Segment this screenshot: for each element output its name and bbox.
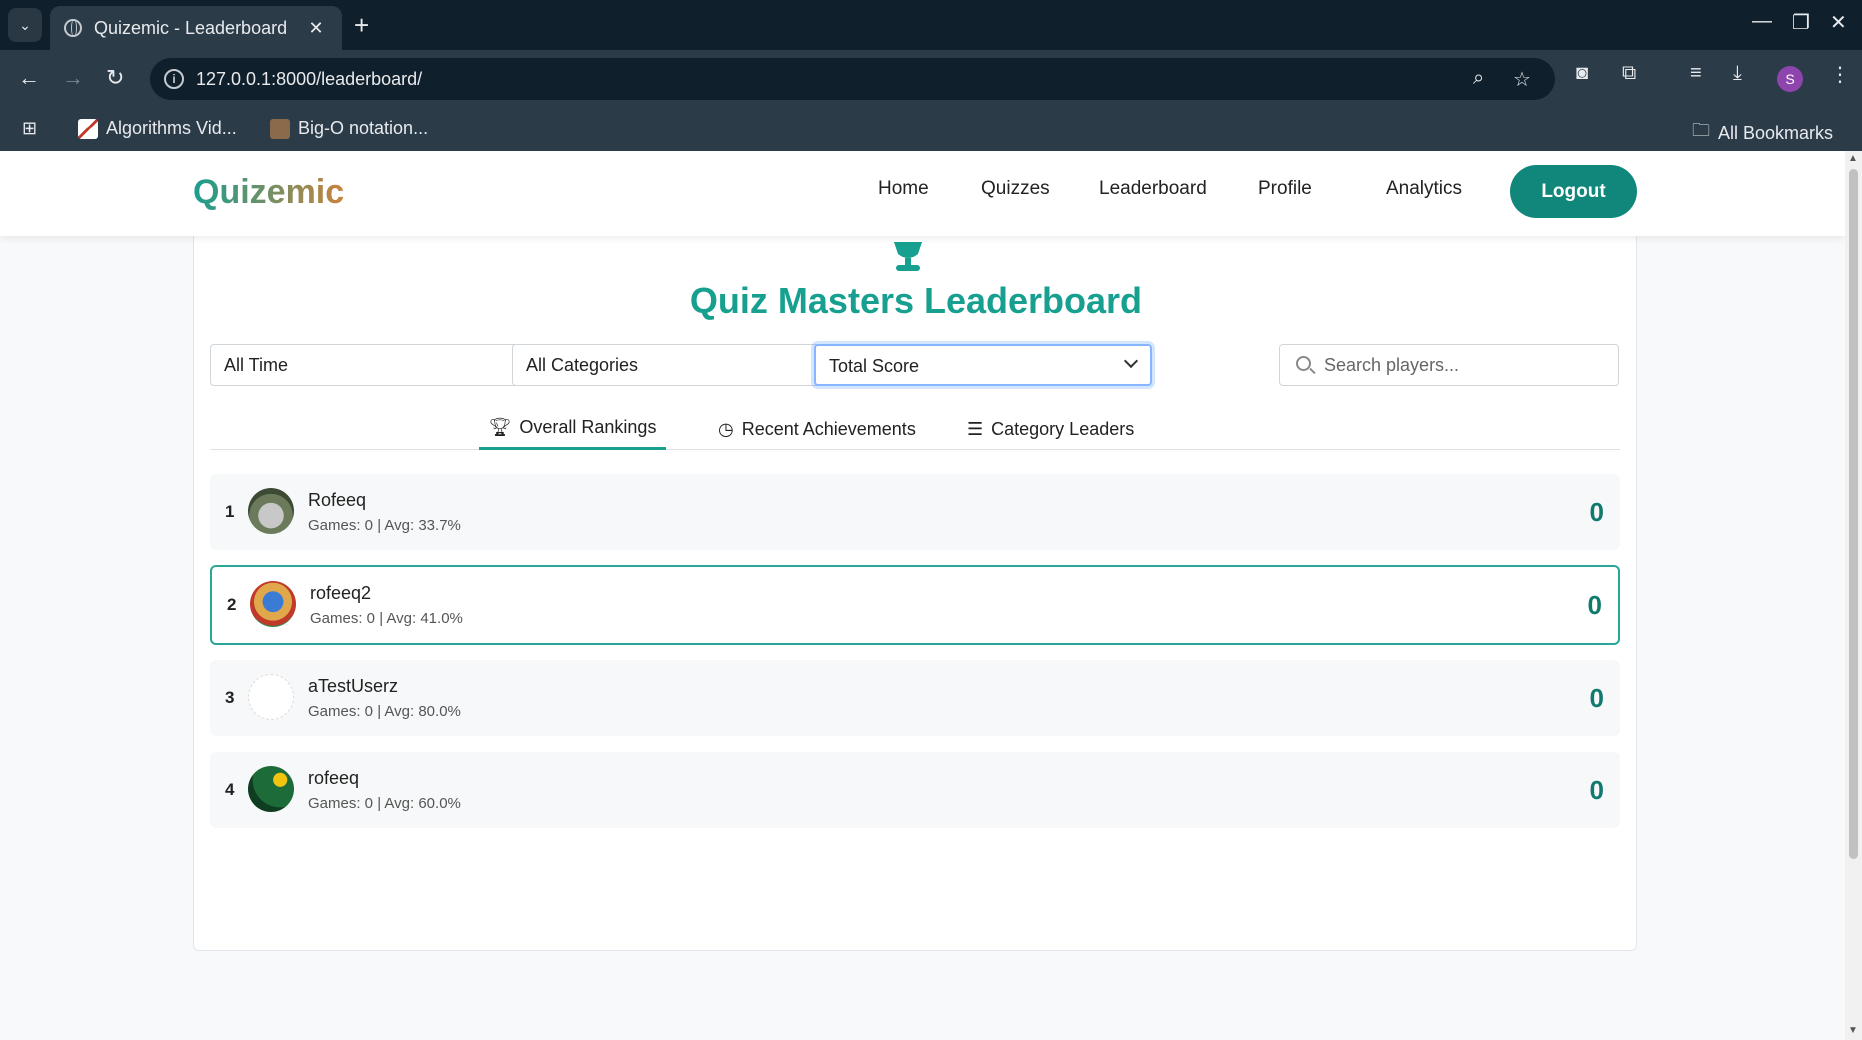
tab-label: Category Leaders (991, 418, 1135, 439)
tab-search-icon[interactable]: ⌄ (8, 8, 42, 42)
list-icon: ☰ (967, 418, 984, 439)
window-close-icon[interactable]: ✕ (1830, 10, 1847, 35)
trophy-icon: 🏆︎ (488, 417, 512, 437)
download-icon[interactable]: ⤓ (1733, 62, 1742, 85)
tab-title: Quizemic - Leaderboard (94, 17, 288, 38)
leaderboard-card: Quiz Masters Leaderboard All Time All Ca… (193, 211, 1637, 951)
chevron-down-icon (1123, 353, 1139, 369)
all-bookmarks[interactable]: 🗀 All Bookmarks (1692, 118, 1833, 148)
player-score: 0 (1589, 683, 1604, 713)
rank-number: 2 (227, 595, 237, 614)
player-stats: Games: 0 | Avg: 80.0% (308, 703, 461, 720)
avatar[interactable] (250, 581, 296, 627)
avatar[interactable] (248, 488, 294, 534)
reload-icon[interactable]: ↻ (106, 65, 124, 91)
close-tab-icon[interactable]: ✕ (304, 18, 328, 39)
brand-logo[interactable]: Quizemic (193, 173, 344, 212)
player-search[interactable] (1279, 344, 1619, 386)
site-navbar: Quizemic Home Quizzes Leaderboard Profil… (0, 151, 1845, 236)
leaderboard-row[interactable]: 3 aTestUserz Games: 0 | Avg: 80.0% 0 (210, 660, 1620, 736)
bookmark-item[interactable]: Big-O notation... (270, 118, 428, 139)
browser-chrome: ⌄ Quizemic - Leaderboard ✕ + — ❐ ✕ ← → ↻… (0, 0, 1862, 151)
nav-link-leaderboard[interactable]: Leaderboard (1099, 178, 1207, 200)
nav-link-home[interactable]: Home (878, 178, 929, 200)
sort-select-value: Total Score (829, 356, 920, 376)
avatar[interactable] (248, 766, 294, 812)
scroll-up-icon[interactable]: ▲ (1848, 153, 1858, 164)
address-bar[interactable]: i 127.0.0.1:8000/leaderboard/ ⌕ ☆ (150, 58, 1555, 100)
leaderboard-row[interactable]: 1 Rofeeq Games: 0 | Avg: 33.7% 0 (210, 474, 1620, 550)
browser-menu-icon[interactable]: ⋮ (1830, 62, 1850, 87)
page-title: Quiz Masters Leaderboard (689, 280, 1143, 321)
rank-number: 3 (225, 688, 235, 707)
tab-category-leaders[interactable]: ☰ Category Leaders (967, 408, 1134, 450)
player-stats: Games: 0 | Avg: 33.7% (308, 517, 461, 534)
clock-icon: ◷ (718, 418, 734, 439)
profile-avatar[interactable]: S (1777, 66, 1803, 92)
restore-icon[interactable]: ❐ (1792, 10, 1810, 35)
search-input[interactable] (1324, 353, 1604, 377)
category-select-value: All Categories (526, 355, 639, 375)
scroll-down-icon[interactable]: ▼ (1848, 1025, 1858, 1036)
player-name[interactable]: aTestUserz (308, 676, 398, 697)
tab-strip: ⌄ Quizemic - Leaderboard ✕ + — ❐ ✕ (0, 0, 1862, 50)
browser-tab[interactable]: Quizemic - Leaderboard ✕ (50, 6, 342, 50)
url-text: 127.0.0.1:8000/leaderboard/ (196, 69, 423, 89)
scrollbar-thumb[interactable] (1849, 169, 1858, 859)
forward-icon[interactable]: → (62, 65, 84, 91)
leaderboard-row-current-user[interactable]: 2 rofeeq2 Games: 0 | Avg: 41.0% 0 (210, 565, 1620, 645)
bookmark-favicon-icon (270, 118, 290, 139)
bookmark-item[interactable]: Algorithms Vid... (78, 118, 237, 139)
player-name[interactable]: rofeeq2 (310, 583, 371, 604)
back-icon[interactable]: ← (18, 65, 40, 91)
new-tab-icon[interactable]: + (354, 10, 369, 41)
tab-recent-achievements[interactable]: ◷ Recent Achievements (718, 408, 916, 450)
player-score: 0 (1589, 775, 1604, 805)
ranking-tabs: 🏆︎ Overall Rankings ◷ Recent Achievement… (210, 408, 1620, 450)
player-name[interactable]: Rofeeq (308, 490, 366, 511)
search-icon (1296, 356, 1311, 371)
bookmark-favicon-icon (78, 118, 98, 139)
tab-label: Overall Rankings (519, 417, 657, 437)
player-stats: Games: 0 | Avg: 41.0% (310, 610, 463, 627)
extensions-icon[interactable]: ⧉ (1622, 62, 1636, 85)
bookmark-label: Big-O notation... (298, 118, 429, 138)
bookmarks-bar: ⊞ Algorithms Vid... Big-O notation... 🗀 … (0, 108, 1862, 151)
player-score: 0 (1589, 497, 1604, 527)
period-select-value: All Time (224, 355, 289, 375)
period-select[interactable]: All Time (210, 344, 548, 386)
tab-overall-rankings[interactable]: 🏆︎ Overall Rankings (479, 408, 666, 450)
site-info-icon[interactable]: i (164, 69, 184, 89)
rank-number: 1 (225, 502, 235, 521)
globe-icon (64, 19, 82, 37)
page-scrollbar[interactable]: ▲ ▼ (1845, 151, 1862, 1040)
tab-label: Recent Achievements (741, 418, 916, 439)
nav-link-profile[interactable]: Profile (1258, 178, 1312, 200)
bookmark-star-icon[interactable]: ☆ (1513, 67, 1531, 92)
all-bookmarks-label: All Bookmarks (1718, 122, 1834, 143)
minimize-icon[interactable]: — (1752, 10, 1772, 33)
player-stats: Games: 0 | Avg: 60.0% (308, 795, 461, 812)
bookmark-label: Algorithms Vid... (106, 118, 237, 138)
rank-number: 4 (225, 780, 235, 799)
category-select[interactable]: All Categories (512, 344, 850, 386)
folder-icon: 🗀 (1692, 120, 1710, 140)
zoom-icon[interactable]: ⌕ (1473, 67, 1484, 90)
trophy-icon (894, 242, 922, 271)
nav-link-quizzes[interactable]: Quizzes (981, 178, 1050, 200)
page-viewport: Quizemic Home Quizzes Leaderboard Profil… (0, 151, 1845, 1040)
apps-grid-icon[interactable]: ⊞ (22, 118, 37, 139)
nav-link-analytics[interactable]: Analytics (1386, 178, 1462, 200)
player-score: 0 (1587, 590, 1602, 620)
sort-select[interactable]: Total Score (814, 344, 1152, 386)
logout-button[interactable]: Logout (1510, 165, 1637, 218)
avatar[interactable] (248, 674, 294, 720)
camera-icon[interactable]: ◙ (1576, 62, 1588, 85)
media-control-icon[interactable]: ≡ (1690, 62, 1702, 85)
leaderboard-row[interactable]: 4 rofeeq Games: 0 | Avg: 60.0% 0 (210, 752, 1620, 828)
player-name[interactable]: rofeeq (308, 768, 359, 789)
